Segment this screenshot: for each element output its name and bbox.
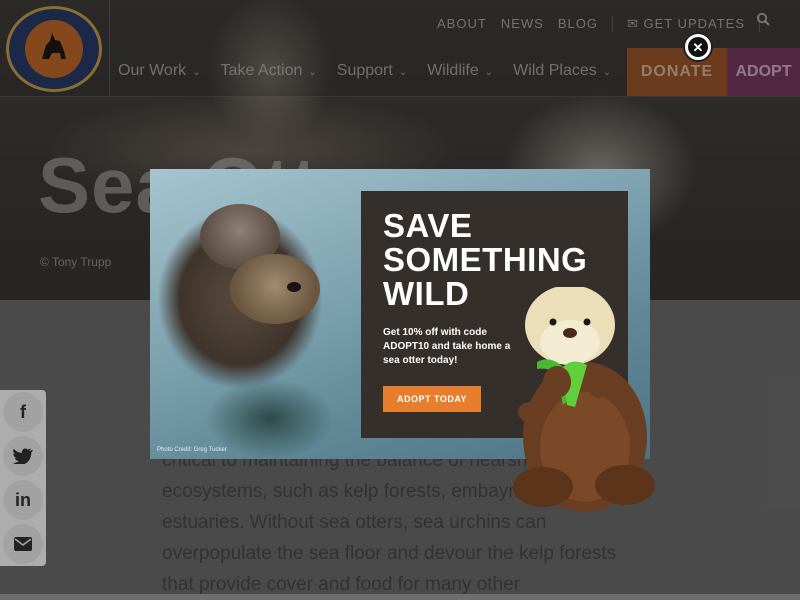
otter-pup-photo [230, 254, 320, 324]
modal-photo-credit: Photo Credit: Greg Tucker [157, 447, 227, 453]
adopt-today-button[interactable]: ADOPT TODAY [383, 386, 481, 412]
close-icon: ✕ [688, 37, 708, 57]
otter-plush-image [505, 285, 660, 517]
promo-subtext: Get 10% off with code ADOPT10 and take h… [383, 327, 511, 366]
close-modal-button[interactable]: ✕ [683, 32, 713, 62]
otter-nose [287, 282, 301, 292]
